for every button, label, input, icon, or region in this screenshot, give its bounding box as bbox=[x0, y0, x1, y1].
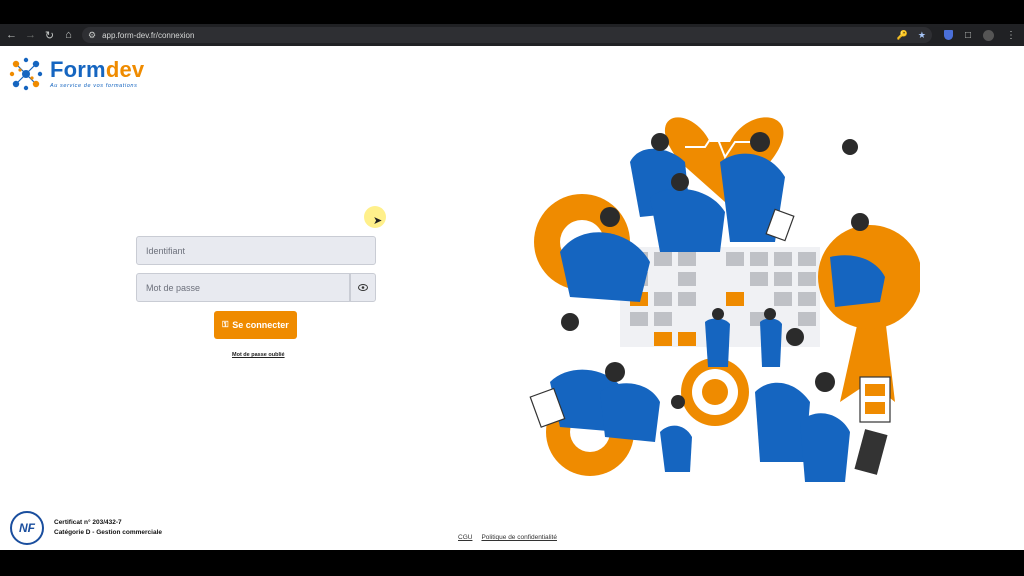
login-button[interactable]: ⚿ Se connecter bbox=[214, 311, 297, 339]
brand-tagline: Au service de vos formations bbox=[50, 83, 138, 89]
letterbox-bottom bbox=[0, 550, 1024, 576]
extension-icon[interactable]: □ bbox=[965, 30, 971, 41]
privacy-link[interactable]: Politique de confidentialité bbox=[481, 534, 557, 541]
nf-logo: NF bbox=[10, 511, 44, 545]
browser-toolbar: ← → ↻ ⌂ ⚙ app.form-dev.fr/connexion 🔑 ★ … bbox=[0, 24, 1024, 46]
eye-icon bbox=[358, 284, 368, 291]
back-icon[interactable]: ← bbox=[2, 24, 21, 46]
username-placeholder: Identifiant bbox=[146, 245, 186, 256]
address-bar[interactable]: ⚙ app.form-dev.fr/connexion 🔑 ★ bbox=[82, 27, 932, 43]
formdev-logo[interactable]: Formdev Au service de vos formations bbox=[8, 56, 144, 92]
cgu-link[interactable]: CGU bbox=[458, 534, 472, 541]
menu-icon[interactable]: ⋮ bbox=[1006, 30, 1016, 41]
certificate-number: Certificat n° 203/432-7 bbox=[54, 519, 122, 526]
footer-links: CGU Politique de confidentialité bbox=[458, 534, 557, 541]
site-settings-icon[interactable]: ⚙ bbox=[88, 30, 96, 41]
key-icon[interactable]: 🔑 bbox=[897, 30, 908, 41]
password-manager-extension-icon[interactable] bbox=[943, 30, 953, 40]
profile-avatar[interactable] bbox=[983, 29, 994, 41]
nf-certification: NF Certificat n° 203/432-7 Catégorie D -… bbox=[10, 511, 162, 545]
password-placeholder: Mot de passe bbox=[146, 282, 201, 293]
home-icon[interactable]: ⌂ bbox=[59, 24, 78, 46]
award-badge-icon bbox=[818, 225, 920, 402]
username-input[interactable]: Identifiant bbox=[136, 236, 376, 265]
reload-icon[interactable]: ↻ bbox=[40, 24, 59, 46]
login-page: Formdev Au service de vos formations Ide… bbox=[0, 46, 1024, 550]
password-input[interactable]: Mot de passe bbox=[136, 273, 350, 302]
formdev-logo-icon bbox=[9, 57, 43, 91]
star-icon[interactable]: ★ bbox=[918, 30, 926, 41]
login-button-label: Se connecter bbox=[232, 320, 289, 330]
forgot-password-link[interactable]: Mot de passe oublié bbox=[232, 352, 285, 358]
show-password-button[interactable] bbox=[350, 273, 376, 302]
key-icon: ⚿ bbox=[222, 320, 229, 329]
target-icon bbox=[681, 358, 749, 426]
forward-icon[interactable]: → bbox=[21, 24, 40, 46]
mouse-cursor-icon: ➤ bbox=[373, 215, 383, 227]
url-text: app.form-dev.fr/connexion bbox=[102, 30, 195, 40]
certificate-category: Catégorie D - Gestion commerciale bbox=[54, 529, 163, 536]
team-illustration bbox=[529, 117, 920, 482]
brand-name: Formdev bbox=[50, 57, 145, 82]
